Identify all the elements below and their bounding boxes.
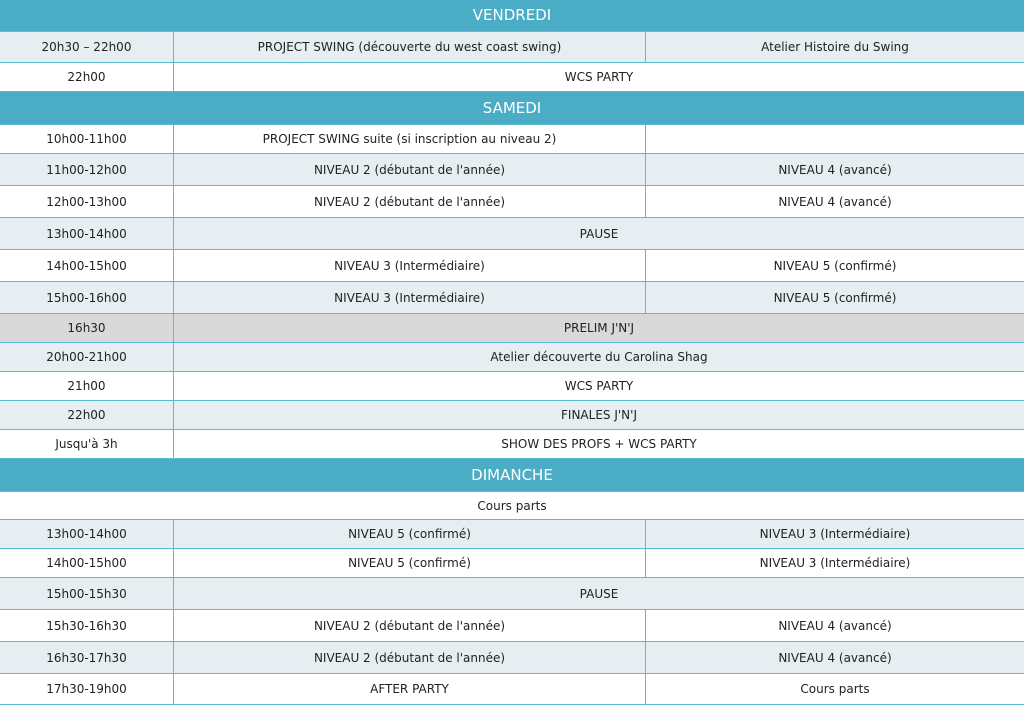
session-cell: NIVEAU 5 (confirmé) [174,520,646,548]
session-cell: NIVEAU 2 (débutant de l'année) [174,642,646,673]
session-cell: NIVEAU 5 (confirmé) [773,290,897,305]
session-cell: PRELIM J'N'J [563,321,635,335]
session-cell: NIVEAU 3 (Intermédiaire) [759,527,911,541]
time-cell: 22h00 [0,63,174,91]
day-header-dimanche: DIMANCHE [0,459,1024,491]
session-cell: SHOW DES PROFS + WCS PARTY [501,437,697,451]
day-title: VENDREDI [472,6,552,24]
time-cell: 16h30-17h30 [0,642,174,673]
session-cell: NIVEAU 4 (avancé) [778,618,892,633]
table-row: 16h30 PRELIM J'N'J [0,314,1024,343]
table-row: 11h00-12h00 NIVEAU 2 (débutant de l'anné… [0,154,1024,186]
table-row: 10h00-11h00 PROJECT SWING suite (si insc… [0,124,1024,154]
time-cell: 12h00-13h00 [0,186,174,217]
session-cell: NIVEAU 3 (Intermédiaire) [174,250,646,281]
table-row: 12h00-13h00 NIVEAU 2 (débutant de l'anné… [0,186,1024,218]
session-cell: PROJECT SWING (découverte du west coast … [174,32,646,62]
time-cell: 20h00-21h00 [0,343,174,371]
time-cell: 14h00-15h00 [0,250,174,281]
time-cell: 15h30-16h30 [0,610,174,641]
table-row: 15h00-16h00 NIVEAU 3 (Intermédiaire) NIV… [0,282,1024,314]
table-row: 20h00-21h00 Atelier découverte du Caroli… [0,343,1024,372]
table-row: 15h30-16h30 NIVEAU 2 (débutant de l'anné… [0,610,1024,642]
table-row: 22h00 FINALES J'N'J [0,401,1024,430]
table-row: Jusqu'à 3h SHOW DES PROFS + WCS PARTY [0,430,1024,459]
session-cell: NIVEAU 5 (confirmé) [773,258,897,273]
time-cell: Jusqu'à 3h [0,430,174,458]
day-title: DIMANCHE [471,465,553,484]
session-cell: NIVEAU 5 (confirmé) [174,549,646,577]
table-row: 17h30-19h00 AFTER PARTY Cours parts [0,674,1024,705]
time-cell: 11h00-12h00 [0,154,174,185]
time-cell: 13h00-14h00 [0,218,174,249]
table-row: 22h00 WCS PARTY [0,63,1024,92]
session-cell: NIVEAU 2 (débutant de l'année) [174,154,646,185]
time-cell: 16h30 [0,314,174,342]
session-cell: FINALES J'N'J [561,408,637,422]
session-cell: NIVEAU 3 (Intermédiaire) [174,282,646,313]
schedule-table: VENDREDI 20h30 – 22h00 PROJECT SWING (dé… [0,0,1024,709]
session-cell: Cours parts [800,682,870,696]
time-cell: 13h00-14h00 [0,520,174,548]
time-cell: 15h00-15h30 [0,578,174,609]
time-cell: 15h00-16h00 [0,282,174,313]
day-header-samedi: SAMEDI [0,92,1024,124]
session-cell: NIVEAU 4 (avancé) [778,650,892,665]
table-row: 13h00-14h00 NIVEAU 5 (confirmé) NIVEAU 3… [0,520,1024,549]
table-row: 13h00-14h00 PAUSE [0,218,1024,250]
session-cell: NIVEAU 3 (Intermédiaire) [759,556,911,570]
time-cell: 10h00-11h00 [0,125,174,153]
time-cell: 17h30-19h00 [0,674,174,704]
table-row: Cours parts [0,491,1024,520]
table-row: 14h00-15h00 NIVEAU 5 (confirmé) NIVEAU 3… [0,549,1024,578]
session-cell: NIVEAU 4 (avancé) [778,194,892,209]
session-cell: NIVEAU 2 (débutant de l'année) [174,610,646,641]
time-cell: 22h00 [0,401,174,429]
time-cell: 14h00-15h00 [0,549,174,577]
time-cell: 20h30 – 22h00 [0,32,174,62]
session-cell [646,125,1024,153]
session-cell: AFTER PARTY [174,674,646,704]
session-cell: NIVEAU 4 (avancé) [778,162,892,177]
session-cell: NIVEAU 2 (débutant de l'année) [174,186,646,217]
table-row: 16h30-17h30 NIVEAU 2 (débutant de l'anné… [0,642,1024,674]
table-row: 15h00-15h30 PAUSE [0,578,1024,610]
session-cell: PAUSE [579,586,619,601]
table-row: 20h30 – 22h00 PROJECT SWING (découverte … [0,31,1024,63]
day-header-vendredi: VENDREDI [0,0,1024,31]
session-cell: Atelier découverte du Carolina Shag [490,350,708,364]
note-cell: Cours parts [477,498,547,513]
session-cell: PAUSE [579,226,619,241]
time-cell: 21h00 [0,372,174,400]
session-cell: WCS PARTY [564,70,634,84]
day-title: SAMEDI [482,98,542,117]
table-row: 21h00 WCS PARTY [0,372,1024,401]
session-cell: Atelier Histoire du Swing [761,40,909,54]
session-cell: PROJECT SWING suite (si inscription au n… [174,125,646,153]
session-cell: WCS PARTY [564,379,634,393]
table-row: 14h00-15h00 NIVEAU 3 (Intermédiaire) NIV… [0,250,1024,282]
